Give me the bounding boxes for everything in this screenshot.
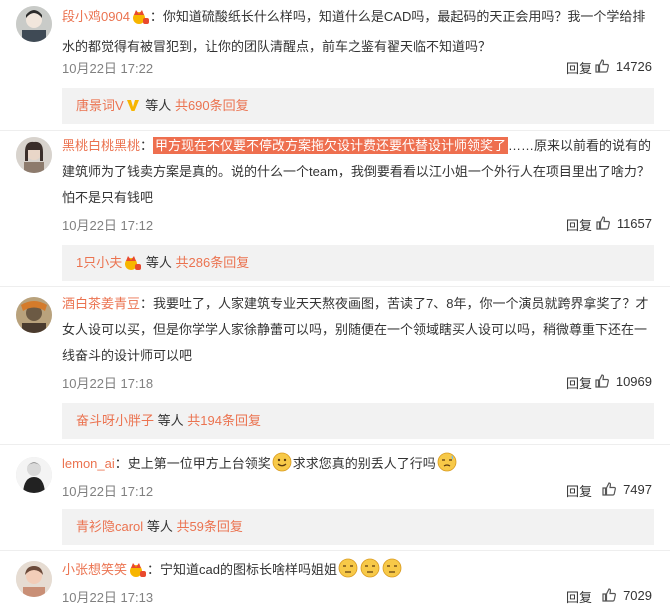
- sub-reply-user[interactable]: 奋斗呀小胖子: [76, 413, 154, 428]
- highlighted-text: 甲方现在不仅要不停改方案拖欠设计费还要代替设计师领奖了: [153, 137, 509, 154]
- vip-crown-icon: [123, 249, 142, 285]
- comment-text: ：史上第一位甲方上台领奖: [114, 456, 271, 471]
- sub-reply-bar[interactable]: 唐景词V 等人 共690条回复: [62, 88, 654, 124]
- comment-text: ：: [140, 138, 154, 153]
- sub-reply-user[interactable]: 1只小夫: [76, 255, 122, 270]
- reply-button[interactable]: 回复: [566, 481, 592, 500]
- comment-username[interactable]: 段小鸡0904: [62, 9, 130, 24]
- comment-meta: 10月22日 17:13 回复 7029: [62, 587, 652, 607]
- like-button[interactable]: 10969: [594, 373, 652, 389]
- comment-username[interactable]: 黑桃白桃黑桃: [62, 138, 140, 153]
- like-button[interactable]: 7497: [601, 481, 652, 497]
- comment-body: 黑桃白桃黑桃： 甲方现在不仅要不停改方案拖欠设计费还要代替设计师领奖了 ……原来以前…: [62, 133, 652, 211]
- comment-username[interactable]: 小张想笑笑: [62, 562, 127, 577]
- like-button[interactable]: 7029: [601, 587, 652, 603]
- thumbs-up-icon: [596, 216, 610, 230]
- comment-time: 10月22日 17:12: [62, 218, 154, 233]
- divider: [0, 286, 670, 287]
- comment-body: lemon_ai：史上第一位甲方上台领奖 求求您真的别丢人了行吗: [62, 451, 652, 481]
- comment-body: 酒白茶姜青豆：我要吐了，人家建筑专业天天熬夜画图，苦读了7、8年，你一个演员就跨…: [62, 291, 652, 369]
- like-button[interactable]: 11657: [595, 215, 652, 231]
- sub-reply-text: 等人: [145, 98, 172, 113]
- comment-text: ：你知道硫酸纸长什么样吗，知道什么是CAD吗，最起码的天正会用吗？我一个学给排水…: [62, 9, 646, 54]
- vip-crown-icon: [128, 561, 147, 587]
- comment-text: 求求您真的别丢人了行吗: [292, 456, 436, 471]
- sub-reply-user[interactable]: 唐景词V: [76, 98, 124, 113]
- comment-feed: 段小鸡0904 ：你知道硫酸纸长什么样吗，知道什么是CAD吗，最起码的天正会用吗？…: [0, 0, 670, 614]
- comment-text: ：宁知道cad的图标长啥样吗姐姐: [147, 562, 337, 577]
- sub-reply-count[interactable]: 共286条回复: [176, 255, 250, 270]
- like-count: 14726: [615, 58, 652, 74]
- comment-meta: 10月22日 17:12 回复 11657: [62, 215, 652, 235]
- comment-username[interactable]: lemon_ai: [62, 456, 115, 471]
- reply-button[interactable]: 回复: [566, 373, 592, 392]
- avatar[interactable]: [16, 297, 52, 333]
- like-count: 11657: [616, 215, 652, 231]
- thumbs-up-icon: [595, 374, 609, 388]
- vip-crown-icon: [131, 8, 149, 34]
- sub-reply-count[interactable]: 共194条回复: [187, 413, 261, 428]
- reply-button[interactable]: 回复: [566, 587, 592, 606]
- sub-reply-count[interactable]: 共690条回复: [175, 98, 249, 113]
- thumbs-up-icon: [602, 482, 617, 496]
- sub-reply-text: 等人: [146, 519, 173, 534]
- comment-meta: 10月22日 17:12 回复 7497: [62, 481, 652, 501]
- comment-body: 小张想笑笑 ：宁知道cad的图标长啥样吗姐姐: [62, 557, 652, 587]
- sub-reply-bar[interactable]: 1只小夫 等人 共286条回复: [62, 245, 654, 281]
- sub-reply-text: 等人: [145, 255, 172, 270]
- like-button[interactable]: 14726: [594, 58, 652, 74]
- reply-button[interactable]: 回复: [566, 58, 592, 77]
- verified-v-icon: [126, 90, 140, 126]
- avatar[interactable]: [16, 457, 52, 493]
- like-count: 7029: [623, 587, 652, 603]
- divider: [0, 550, 670, 551]
- thumbs-up-icon: [595, 59, 609, 73]
- avatar[interactable]: [16, 561, 52, 597]
- divider: [0, 444, 670, 445]
- like-count: 7497: [623, 481, 652, 497]
- sub-reply-bar[interactable]: 奋斗呀小胖子 等人 共194条回复: [62, 403, 654, 439]
- unamused-emoji-icon: [360, 558, 380, 587]
- sub-reply-user[interactable]: 青衫隐carol: [76, 519, 143, 534]
- smile-emoji-icon: [272, 452, 292, 481]
- divider: [0, 130, 670, 131]
- comment-time: 10月22日 17:13: [62, 590, 154, 605]
- sub-reply-text: 等人: [157, 413, 184, 428]
- comment-username[interactable]: 酒白茶姜青豆: [62, 296, 140, 311]
- comment-meta: 10月22日 17:22 回复 14726: [62, 58, 652, 78]
- comment-time: 10月22日 17:18: [62, 376, 154, 391]
- comment-time: 10月22日 17:12: [62, 484, 154, 499]
- unamused-emoji-icon: [338, 558, 358, 587]
- avatar[interactable]: [16, 137, 52, 173]
- comment-meta: 10月22日 17:18 回复 10969: [62, 373, 652, 393]
- sweat-emoji-icon: [437, 452, 457, 481]
- sub-reply-count[interactable]: 共59条回复: [176, 519, 242, 534]
- comment-body: 段小鸡0904 ：你知道硫酸纸长什么样吗，知道什么是CAD吗，最起码的天正会用吗？…: [62, 4, 652, 60]
- avatar[interactable]: [16, 6, 52, 42]
- sub-reply-bar[interactable]: 青衫隐carol 等人 共59条回复: [62, 509, 654, 545]
- comment-text: ：我要吐了，人家建筑专业天天熬夜画图，苦读了7、8年，你一个演员就跨界拿奖了？才…: [62, 296, 649, 363]
- unamused-emoji-icon: [382, 558, 402, 587]
- thumbs-up-icon: [602, 588, 617, 602]
- reply-button[interactable]: 回复: [566, 215, 592, 234]
- like-count: 10969: [615, 373, 652, 389]
- comment-time: 10月22日 17:22: [62, 61, 154, 76]
